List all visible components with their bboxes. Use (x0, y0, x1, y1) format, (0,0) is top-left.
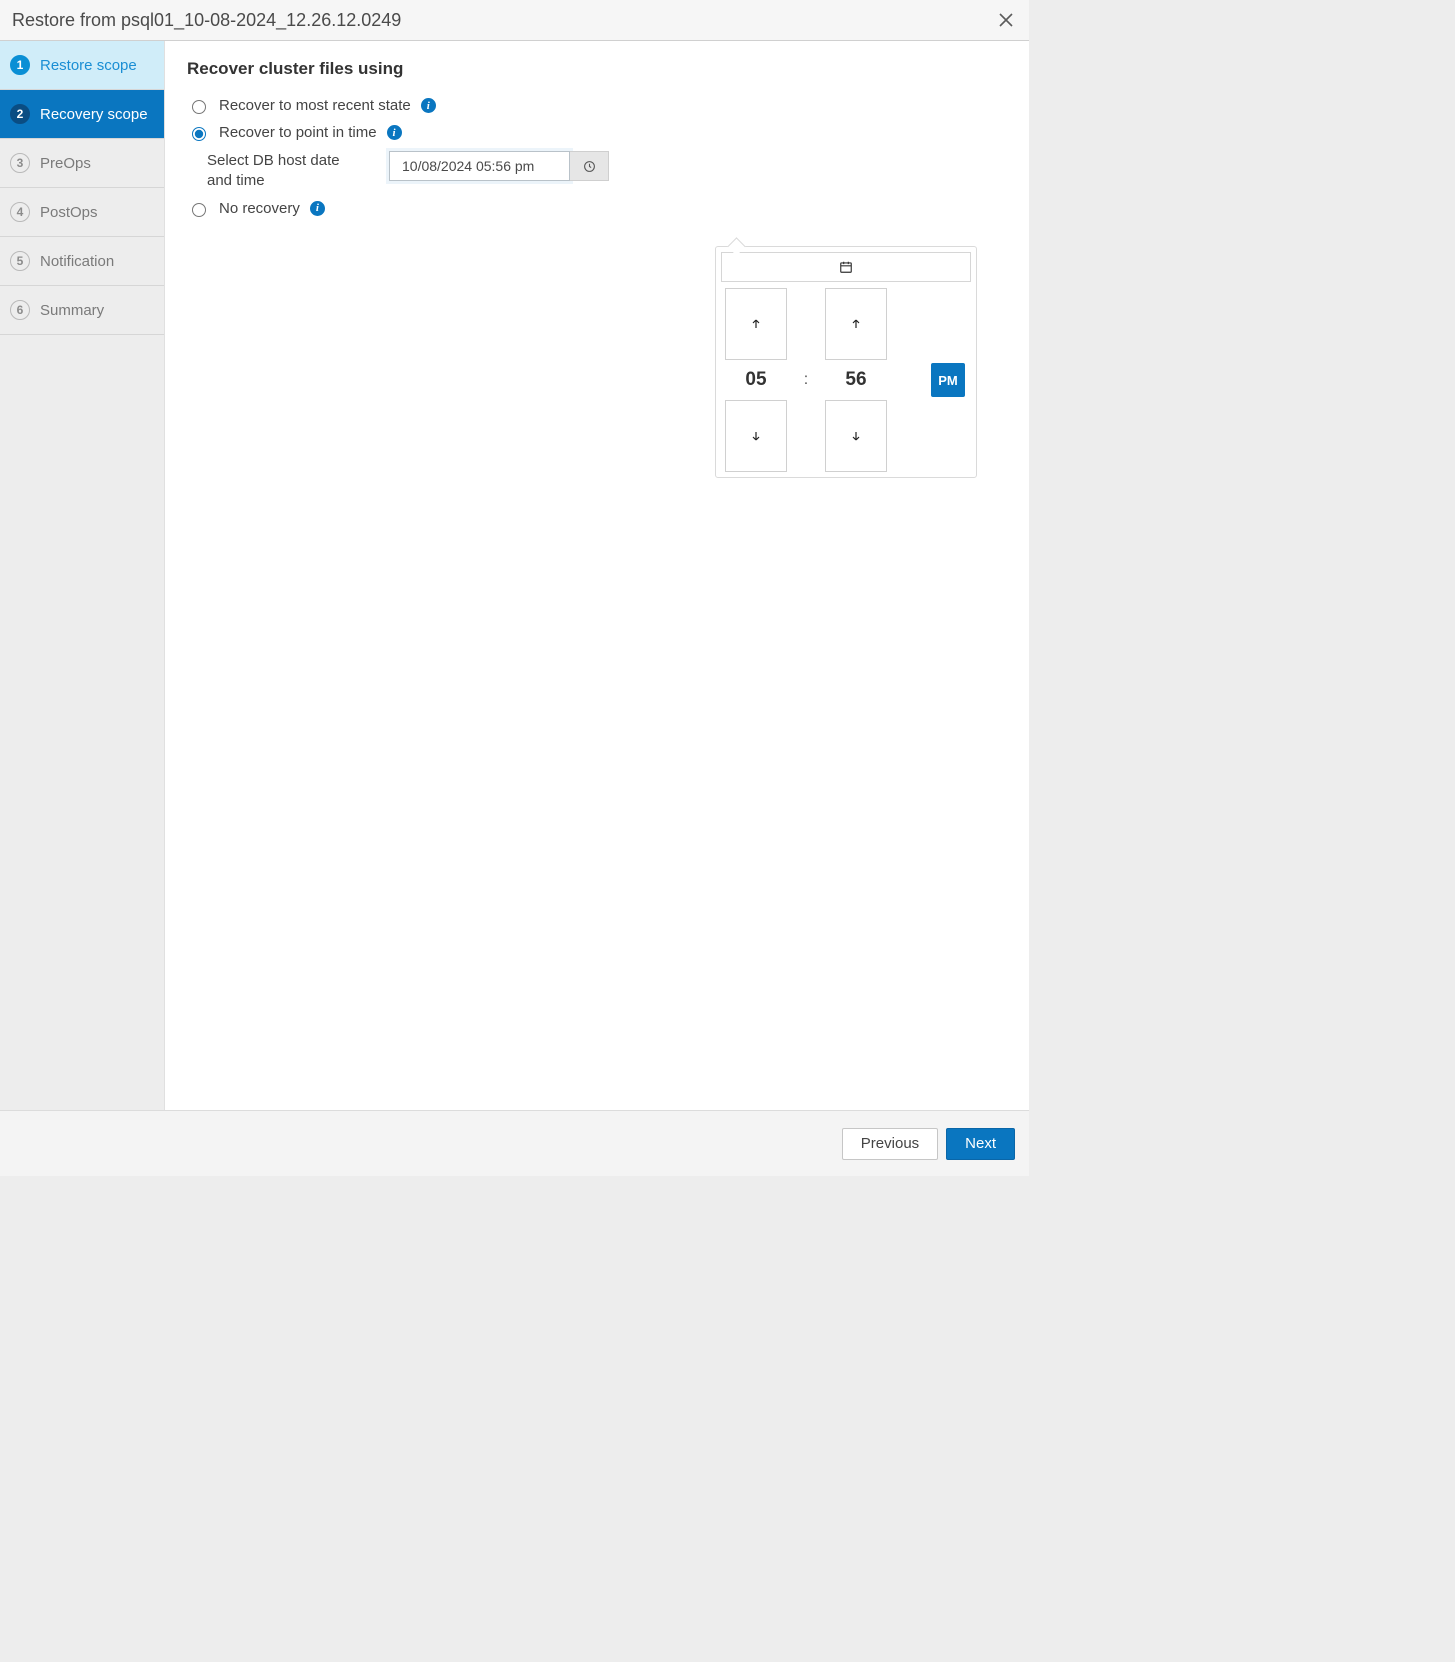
wizard-step-label: Notification (40, 253, 114, 270)
wizard-step-restore-scope[interactable]: 1 Restore scope (0, 41, 164, 90)
wizard-step-number: 2 (10, 104, 30, 124)
clock-icon (583, 160, 596, 173)
wizard-step-number: 1 (10, 55, 30, 75)
close-button[interactable] (995, 9, 1017, 31)
datetime-picker-button[interactable] (570, 151, 609, 181)
option-recover-recent[interactable]: Recover to most recent state i (187, 97, 1007, 114)
option-label: Recover to most recent state (219, 97, 411, 114)
pit-subsection: Select DB host date and time (207, 151, 1007, 192)
wizard-step-number: 3 (10, 153, 30, 173)
hour-up-button[interactable] (725, 288, 787, 360)
arrow-up-icon (850, 318, 862, 330)
option-label: No recovery (219, 200, 300, 217)
hour-value[interactable]: 05 (745, 369, 766, 391)
arrow-up-icon (750, 318, 762, 330)
wizard-content: Recover cluster files using Recover to m… (164, 41, 1029, 1110)
hour-down-button[interactable] (725, 400, 787, 472)
calendar-icon (839, 260, 853, 274)
wizard-step-label: PostOps (40, 204, 98, 221)
wizard-step-notification: 5 Notification (0, 237, 164, 286)
wizard-step-label: Restore scope (40, 57, 137, 74)
info-icon[interactable]: i (421, 98, 436, 113)
wizard-step-label: Recovery scope (40, 106, 148, 123)
wizard-step-preops: 3 PreOps (0, 139, 164, 188)
radio-no-recovery[interactable] (192, 203, 206, 217)
radio-recover-recent[interactable] (192, 100, 206, 114)
date-mode-button[interactable] (721, 252, 971, 282)
minute-down-button[interactable] (825, 400, 887, 472)
ampm-toggle[interactable]: PM (931, 363, 965, 397)
option-no-recovery[interactable]: No recovery i (187, 200, 1007, 217)
wizard-step-summary: 6 Summary (0, 286, 164, 335)
previous-button[interactable]: Previous (842, 1128, 938, 1160)
datetime-input[interactable] (389, 151, 570, 181)
option-label: Recover to point in time (219, 124, 377, 141)
pit-sublabel: Select DB host date and time (207, 151, 367, 192)
close-icon (999, 13, 1013, 27)
option-recover-pit[interactable]: Recover to point in time i (187, 124, 1007, 141)
wizard-step-label: PreOps (40, 155, 91, 172)
info-icon[interactable]: i (387, 125, 402, 140)
arrow-down-icon (850, 430, 862, 442)
section-heading: Recover cluster files using (187, 59, 1007, 79)
wizard-step-postops: 4 PostOps (0, 188, 164, 237)
minute-value[interactable]: 56 (845, 369, 866, 391)
time-picker-popup: 05 : 56 PM (715, 246, 977, 478)
radio-recover-pit[interactable] (192, 127, 206, 141)
next-button[interactable]: Next (946, 1128, 1015, 1160)
wizard-step-label: Summary (40, 302, 104, 319)
minute-up-button[interactable] (825, 288, 887, 360)
time-grid: 05 : 56 PM (721, 288, 971, 472)
dialog-footer: Previous Next (0, 1110, 1029, 1176)
wizard-step-number: 4 (10, 202, 30, 222)
dialog-body: 1 Restore scope 2 Recovery scope 3 PreOp… (0, 41, 1029, 1110)
wizard-step-number: 6 (10, 300, 30, 320)
time-colon: : (804, 371, 808, 389)
info-icon[interactable]: i (310, 201, 325, 216)
wizard-step-number: 5 (10, 251, 30, 271)
arrow-down-icon (750, 430, 762, 442)
datetime-field (389, 151, 609, 181)
dialog-title: Restore from psql01_10-08-2024_12.26.12.… (12, 10, 995, 31)
dialog-header: Restore from psql01_10-08-2024_12.26.12.… (0, 0, 1029, 41)
wizard-sidebar: 1 Restore scope 2 Recovery scope 3 PreOp… (0, 41, 164, 1110)
wizard-step-recovery-scope[interactable]: 2 Recovery scope (0, 90, 164, 139)
